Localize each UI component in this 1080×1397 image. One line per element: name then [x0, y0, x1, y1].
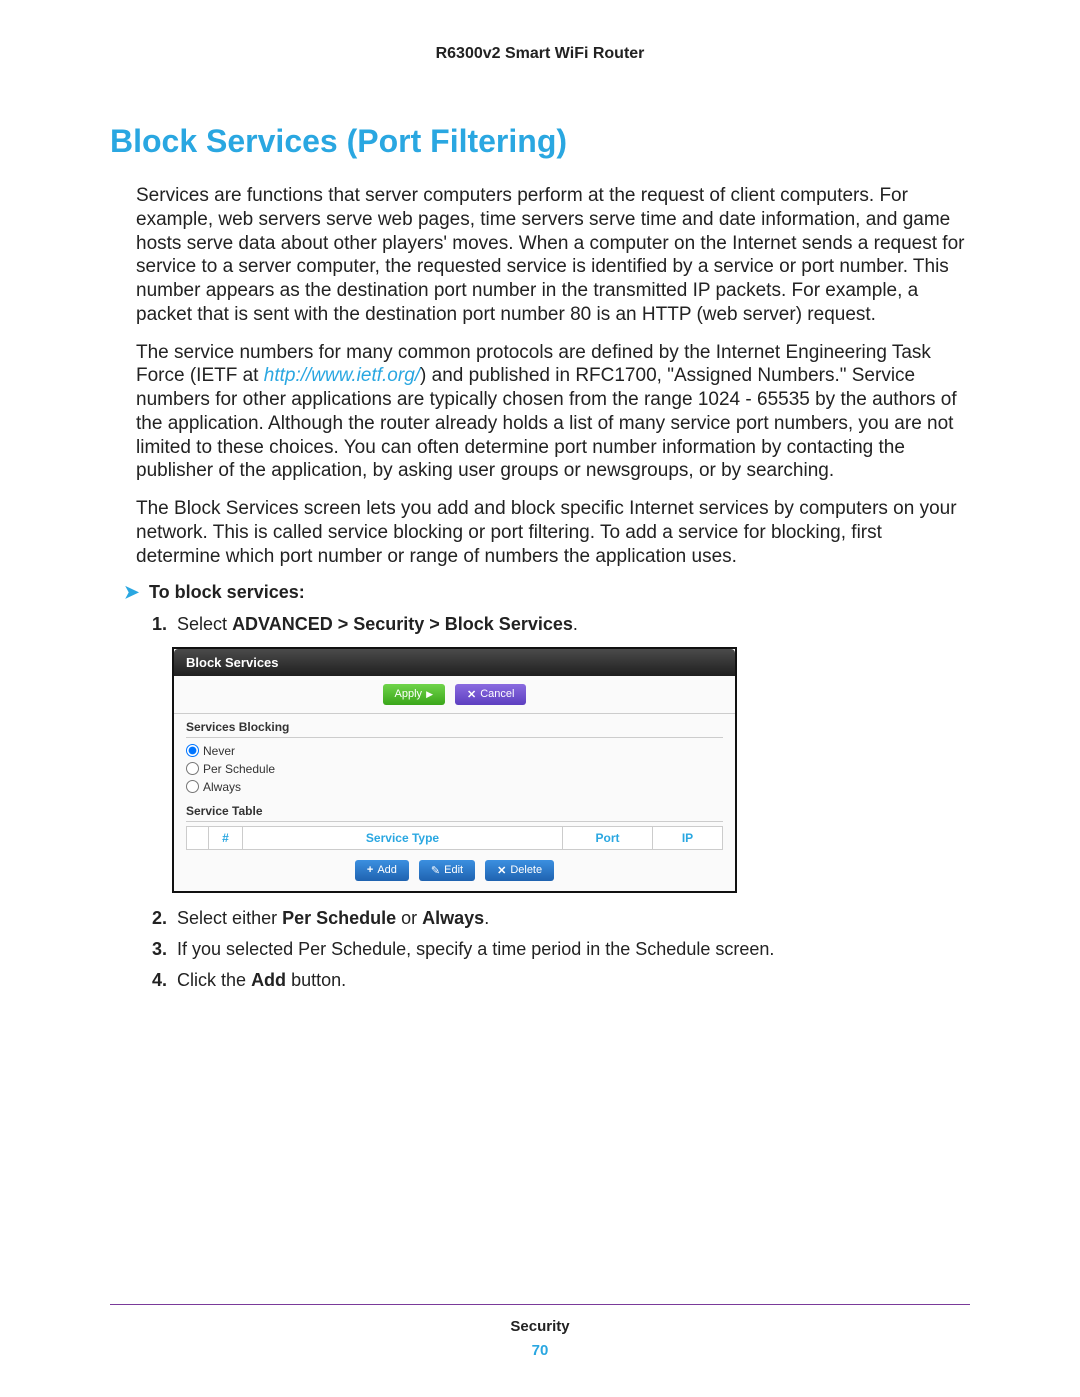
- col-port: Port: [563, 826, 653, 849]
- step-3: 3. If you selected Per Schedule, specify…: [152, 938, 970, 961]
- step-1-pre: Select: [177, 614, 232, 634]
- col-hash: #: [209, 826, 243, 849]
- delete-label: Delete: [510, 864, 542, 876]
- footer-page-number: 70: [0, 1342, 1080, 1359]
- step-3-num: 3.: [152, 939, 167, 959]
- col-select: [187, 826, 209, 849]
- panel-toolbar: Apply ▶ ✕ Cancel: [174, 676, 735, 714]
- step-2: 2. Select either Per Schedule or Always.: [152, 907, 970, 930]
- col-service-type: Service Type: [243, 826, 563, 849]
- pencil-icon: ✎: [431, 864, 440, 877]
- step-3-text: If you selected Per Schedule, specify a …: [177, 939, 774, 959]
- step-1-num: 1.: [152, 614, 167, 634]
- add-button[interactable]: + Add: [355, 860, 409, 881]
- radio-always-row[interactable]: Always: [186, 778, 723, 796]
- procedure-arrow-icon: ➤: [124, 582, 144, 603]
- service-table-heading: Service Table: [186, 804, 723, 822]
- step-4-num: 4.: [152, 970, 167, 990]
- radio-always[interactable]: [186, 780, 199, 793]
- cancel-button[interactable]: ✕ Cancel: [455, 684, 526, 705]
- page-title: Block Services (Port Filtering): [110, 123, 970, 160]
- step-1-post: .: [573, 614, 578, 634]
- col-ip: IP: [653, 826, 723, 849]
- footer-rule: [110, 1304, 970, 1305]
- step-4-post: button.: [286, 970, 346, 990]
- step-2-post: .: [484, 908, 489, 928]
- step-1: 1. Select ADVANCED > Security > Block Se…: [152, 613, 970, 636]
- services-blocking-heading: Services Blocking: [186, 720, 723, 738]
- radio-always-label: Always: [203, 780, 241, 794]
- footer-section-label: Security: [0, 1318, 1080, 1335]
- table-header-row: # Service Type Port IP: [187, 826, 723, 849]
- close-icon: ✕: [467, 688, 476, 701]
- radio-never[interactable]: [186, 744, 199, 757]
- service-table-section: Service Table # Service Type Port IP: [174, 798, 735, 852]
- radio-schedule-row[interactable]: Per Schedule: [186, 760, 723, 778]
- table-button-row: + Add ✎ Edit ✕ Delete: [174, 852, 735, 891]
- step-2-or: or: [396, 908, 422, 928]
- step-4: 4. Click the Add button.: [152, 969, 970, 992]
- block-services-screenshot: Block Services Apply ▶ ✕ Cancel Services…: [172, 647, 737, 893]
- apply-label: Apply: [395, 688, 423, 700]
- services-blocking-section: Services Blocking Never Per Schedule Alw…: [174, 714, 735, 798]
- edit-button[interactable]: ✎ Edit: [419, 860, 475, 881]
- procedure-heading: ➤ To block services:: [124, 582, 970, 603]
- step-2-num: 2.: [152, 908, 167, 928]
- radio-never-label: Never: [203, 744, 235, 758]
- step-2-per-schedule: Per Schedule: [282, 908, 396, 928]
- add-label: Add: [377, 864, 397, 876]
- delete-icon: ✕: [497, 864, 506, 877]
- radio-never-row[interactable]: Never: [186, 742, 723, 760]
- radio-per-schedule[interactable]: [186, 762, 199, 775]
- ietf-link[interactable]: http://www.ietf.org/: [264, 365, 420, 386]
- step-1-path: ADVANCED > Security > Block Services: [232, 614, 573, 634]
- step-2-always: Always: [422, 908, 484, 928]
- plus-icon: +: [367, 864, 373, 876]
- procedure-label: To block services:: [149, 582, 305, 602]
- play-icon: ▶: [426, 689, 433, 700]
- doc-header: R6300v2 Smart WiFi Router: [110, 45, 970, 63]
- radio-per-schedule-label: Per Schedule: [203, 762, 275, 776]
- intro-paragraph-2: The service numbers for many common prot…: [136, 341, 970, 484]
- step-4-pre: Click the: [177, 970, 251, 990]
- cancel-label: Cancel: [480, 688, 514, 700]
- step-4-add: Add: [251, 970, 286, 990]
- delete-button[interactable]: ✕ Delete: [485, 860, 554, 881]
- step-2-pre: Select either: [177, 908, 282, 928]
- intro-paragraph-1: Services are functions that server compu…: [136, 184, 970, 327]
- edit-label: Edit: [444, 864, 463, 876]
- panel-title: Block Services: [174, 649, 735, 676]
- intro-paragraph-3: The Block Services screen lets you add a…: [136, 497, 970, 568]
- service-table: # Service Type Port IP: [186, 826, 723, 850]
- apply-button[interactable]: Apply ▶: [383, 684, 445, 705]
